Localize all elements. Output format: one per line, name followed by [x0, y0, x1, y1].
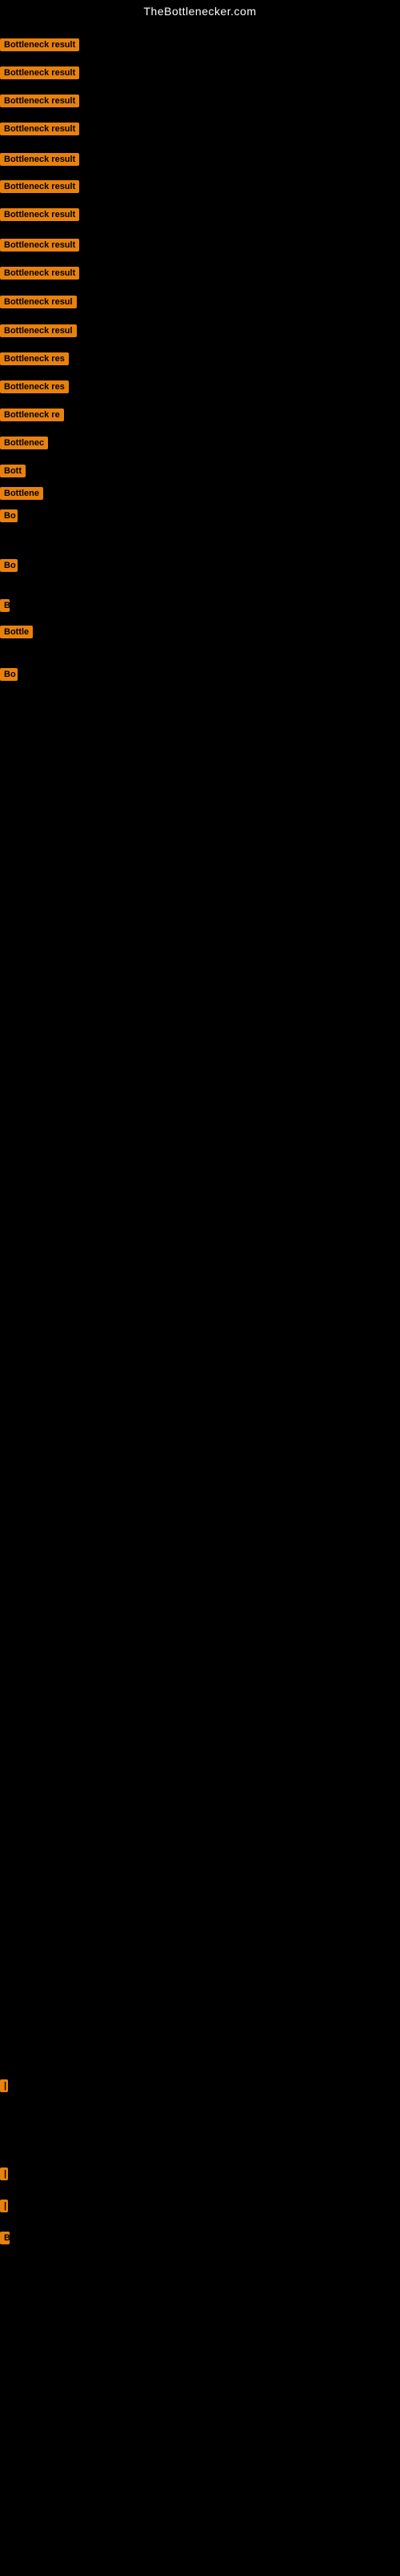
bottleneck-result-badge: B: [0, 2232, 10, 2244]
bottleneck-result-badge: Bottleneck res: [0, 352, 69, 365]
bottleneck-result-badge: Bottleneck result: [0, 180, 79, 193]
bottleneck-result-badge: Bottleneck result: [0, 153, 79, 166]
badge-row: Bottleneck res: [0, 352, 69, 369]
bottleneck-result-badge: Bottleneck re: [0, 409, 64, 421]
badge-row: Bottlene: [0, 487, 43, 504]
bottleneck-result-badge: Bottlene: [0, 487, 43, 500]
badge-row: Bottlenec: [0, 437, 48, 453]
bottleneck-result-badge: Bo: [0, 668, 18, 681]
bottleneck-result-badge: Bottleneck result: [0, 208, 79, 221]
bottleneck-result-badge: Bottleneck result: [0, 95, 79, 107]
badge-row: Bottleneck result: [0, 180, 79, 197]
badge-row: Bottleneck resul: [0, 296, 77, 312]
bottleneck-result-badge: Bottleneck result: [0, 66, 79, 79]
badge-row: Bottleneck result: [0, 95, 79, 111]
bottleneck-result-badge: Bott: [0, 465, 26, 477]
bottleneck-result-badge: Bottleneck resul: [0, 296, 77, 308]
bottleneck-result-badge: Bottleneck resul: [0, 324, 77, 337]
bottleneck-result-badge: |: [0, 2079, 8, 2092]
badge-row: Bott: [0, 465, 26, 481]
bottleneck-result-badge: Bottleneck result: [0, 38, 79, 51]
badge-row: B: [0, 599, 10, 616]
badge-row: Bottleneck res: [0, 380, 69, 397]
bottleneck-result-badge: Bottleneck res: [0, 380, 69, 393]
badge-row: Bottleneck re: [0, 409, 64, 425]
badge-row: Bo: [0, 509, 18, 526]
bottleneck-result-badge: |: [0, 2167, 8, 2180]
badge-row: Bo: [0, 668, 18, 685]
badge-row: Bottle: [0, 626, 33, 642]
badge-row: |: [0, 2200, 8, 2216]
bottleneck-result-badge: Bottleneck result: [0, 239, 79, 252]
bottleneck-result-badge: Bo: [0, 509, 18, 522]
badge-row: Bottleneck resul: [0, 324, 77, 341]
bottleneck-result-badge: B: [0, 599, 10, 612]
bottleneck-result-badge: Bo: [0, 559, 18, 572]
badge-row: Bo: [0, 559, 18, 576]
badge-row: |: [0, 2079, 8, 2096]
bottleneck-result-badge: Bottleneck result: [0, 123, 79, 135]
badge-row: Bottleneck result: [0, 239, 79, 256]
badge-row: Bottleneck result: [0, 208, 79, 225]
bottleneck-result-badge: Bottlenec: [0, 437, 48, 449]
bottleneck-result-badge: Bottle: [0, 626, 33, 638]
bottleneck-result-badge: |: [0, 2200, 8, 2212]
badge-row: Bottleneck result: [0, 153, 79, 170]
badge-row: Bottleneck result: [0, 267, 79, 284]
badge-row: B: [0, 2232, 10, 2248]
badge-row: Bottleneck result: [0, 123, 79, 139]
site-title: TheBottlenecker.com: [0, 0, 400, 21]
badge-row: |: [0, 2167, 8, 2184]
badge-row: Bottleneck result: [0, 38, 79, 55]
bottleneck-result-badge: Bottleneck result: [0, 267, 79, 280]
badge-row: Bottleneck result: [0, 66, 79, 83]
